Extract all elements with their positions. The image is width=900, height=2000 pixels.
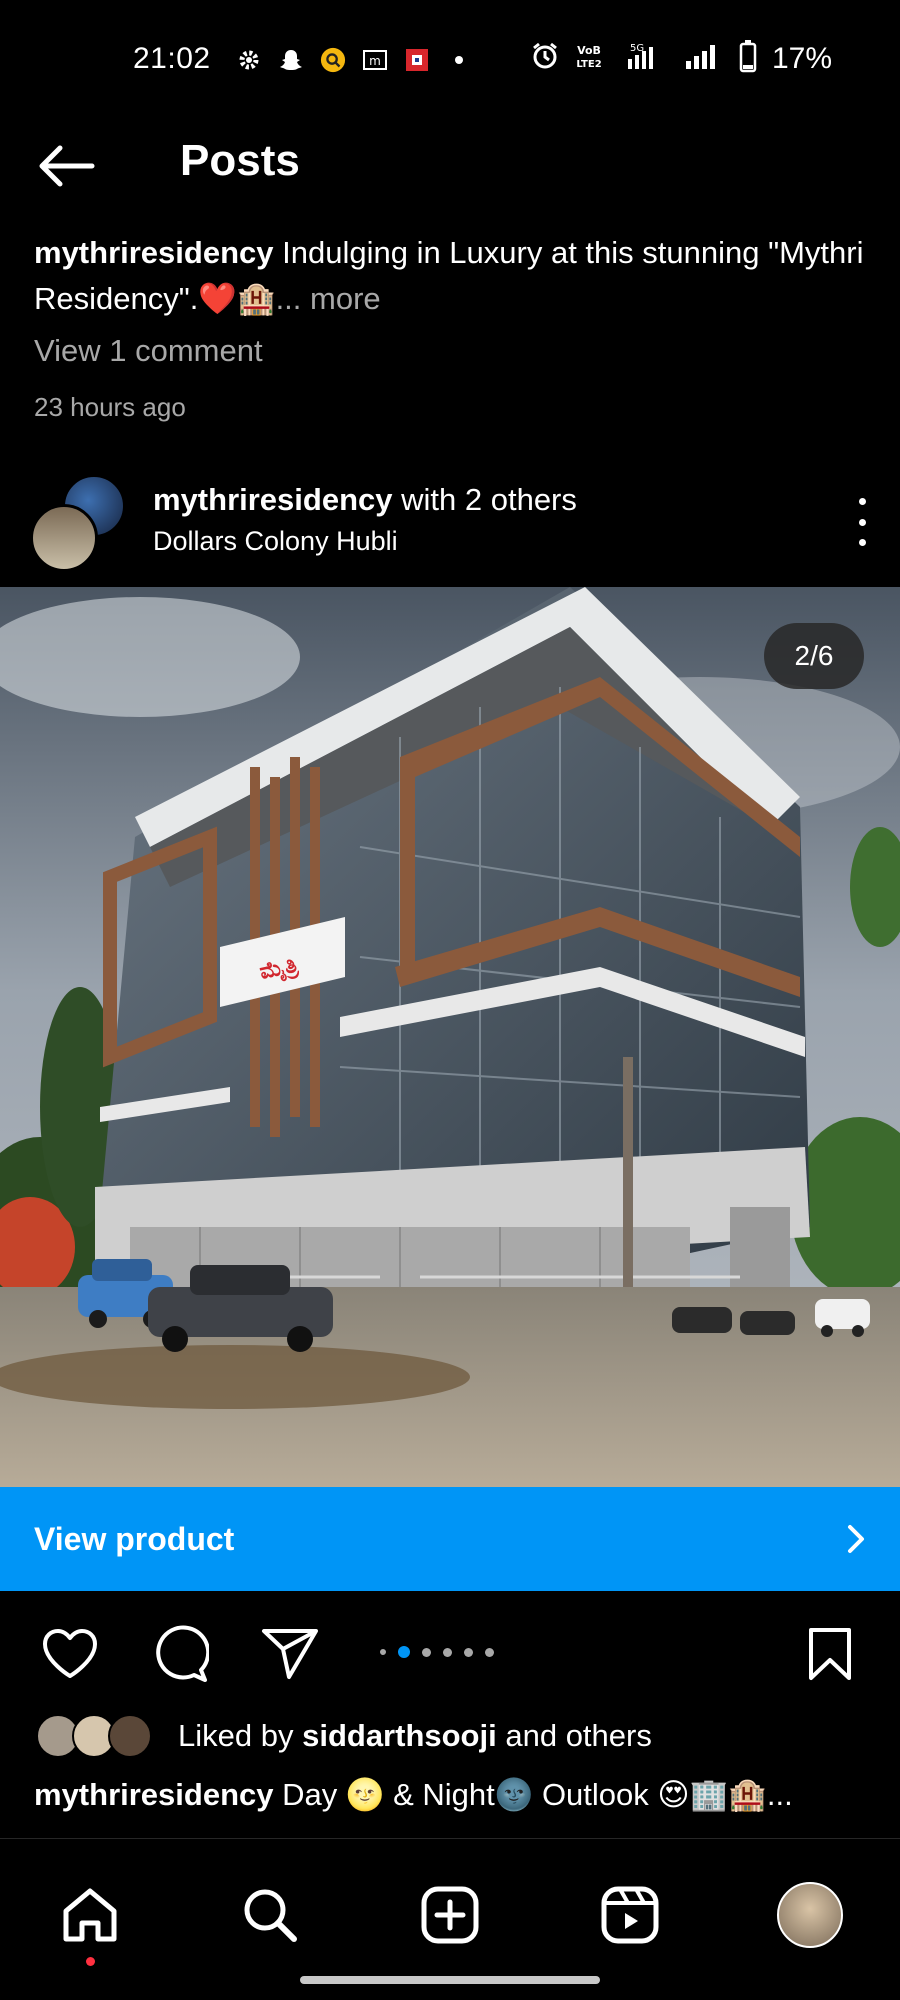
nav-reels[interactable] <box>590 1875 670 1955</box>
heart-icon <box>43 1629 97 1678</box>
post-image[interactable]: ಮೈತ್ರಿ 2/6 <box>0 587 900 1487</box>
search-app-icon <box>320 47 346 73</box>
avatar <box>108 1714 152 1758</box>
status-bar: 21:02 m VoB LTE2 5G 17% <box>0 0 900 120</box>
liker-avatars <box>36 1714 164 1758</box>
svg-text:VoB: VoB <box>577 44 601 57</box>
signal-icon: 5G <box>618 41 670 78</box>
top-header: Posts <box>0 120 900 210</box>
likes-summary[interactable]: Liked by siddarthsooji and others <box>36 1714 652 1758</box>
carousel-dot <box>443 1647 452 1657</box>
avatar <box>30 504 98 572</box>
create-icon <box>421 1886 479 1944</box>
comment-icon <box>156 1625 209 1682</box>
nav-home[interactable] <box>50 1875 130 1955</box>
post-header: mythriresidency with 2 others Dollars Co… <box>0 468 900 578</box>
notification-dot <box>86 1957 95 1966</box>
home-indicator[interactable] <box>300 1976 600 1984</box>
chevron-right-icon <box>848 1525 864 1553</box>
comment-button[interactable] <box>148 1622 212 1686</box>
svg-text:LTE2: LTE2 <box>576 59 601 70</box>
nav-profile[interactable] <box>770 1875 850 1955</box>
image-counter: 2/6 <box>764 623 864 689</box>
volte-icon: VoB LTE2 <box>574 41 604 78</box>
search-icon <box>244 1889 297 1942</box>
carousel-indicator <box>380 1646 494 1658</box>
gear-icon <box>236 47 262 73</box>
caption-username[interactable]: mythriresidency <box>34 1777 274 1812</box>
save-button[interactable] <box>798 1622 862 1686</box>
profile-avatar <box>777 1882 843 1948</box>
post-author-line[interactable]: mythriresidency with 2 others <box>153 482 577 518</box>
collab-others[interactable]: with 2 others <box>401 482 577 517</box>
notification-dot-icon <box>446 47 472 73</box>
more-dot <box>858 498 866 505</box>
reels-icon <box>601 1886 659 1944</box>
like-button[interactable] <box>38 1622 102 1686</box>
status-time: 21:02 <box>133 42 211 75</box>
page-title: Posts <box>180 136 300 185</box>
send-icon <box>262 1629 318 1679</box>
carousel-dot-active <box>398 1646 410 1658</box>
bookmark-icon <box>809 1628 851 1680</box>
battery-percentage: 17% <box>771 42 832 75</box>
alarm-icon <box>530 41 560 78</box>
view-comments-link[interactable]: View 1 comment <box>34 333 263 369</box>
carousel-dot <box>422 1647 431 1657</box>
building-photo: ಮೈತ್ರಿ <box>0 587 900 1487</box>
carousel-dot <box>485 1647 494 1657</box>
post-username[interactable]: mythriresidency <box>153 482 393 517</box>
post-actions <box>0 1610 900 1690</box>
nav-search[interactable] <box>230 1875 310 1955</box>
view-product-label: View product <box>34 1520 235 1557</box>
carousel-dot <box>380 1649 386 1655</box>
bank-app-icon <box>404 47 430 73</box>
status-system-icons: VoB LTE2 5G 17% <box>530 39 832 78</box>
liked-by-suffix[interactable]: and others <box>505 1718 652 1754</box>
liked-by-user[interactable]: siddarthsooji <box>302 1718 497 1754</box>
caption-text: Day 🌝 & Night🌚 Outlook 😍🏢🏨... <box>282 1777 793 1812</box>
liked-by-prefix: Liked by <box>178 1718 294 1753</box>
home-icon <box>63 1888 117 1942</box>
more-dot <box>858 539 866 546</box>
battery-icon <box>738 39 758 80</box>
back-arrow-icon <box>39 145 95 187</box>
post-caption: mythriresidency Day 🌝 & Night🌚 Outlook 😍… <box>34 1772 874 1818</box>
nav-create[interactable] <box>410 1875 490 1955</box>
previous-post-more-link[interactable]: ... more <box>276 281 381 316</box>
snapchat-icon <box>278 47 304 73</box>
previous-post-username[interactable]: mythriresidency <box>34 235 274 270</box>
post-location[interactable]: Dollars Colony Hubli <box>153 526 398 557</box>
signal-2-icon <box>684 41 724 78</box>
m-app-icon: m <box>362 47 388 73</box>
svg-text:m: m <box>369 54 381 68</box>
previous-post-caption: mythriresidency Indulging in Luxury at t… <box>34 230 874 322</box>
share-button[interactable] <box>258 1622 322 1686</box>
more-options-button[interactable] <box>852 498 872 546</box>
status-notification-icons: m <box>236 44 472 76</box>
more-dot <box>858 518 866 526</box>
view-product-bar[interactable]: View product <box>0 1487 900 1591</box>
previous-post-timestamp: 23 hours ago <box>34 392 186 422</box>
carousel-dot <box>464 1647 473 1657</box>
collab-avatars[interactable] <box>30 474 130 572</box>
back-button[interactable] <box>36 142 100 190</box>
